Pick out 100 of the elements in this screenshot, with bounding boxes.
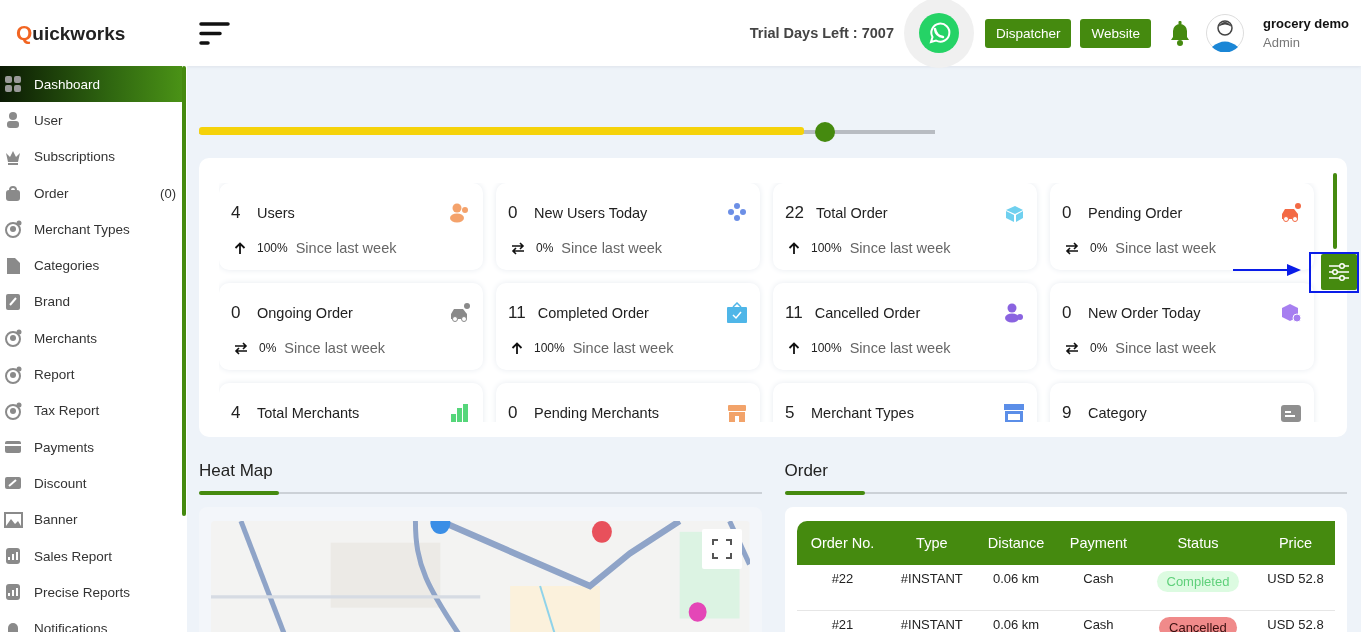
avatar[interactable] [1206,14,1244,52]
person-circle-icon [4,329,23,348]
column-header: Price [1255,521,1335,565]
stat-value: 0 [1062,203,1073,223]
stat-value: 4 [231,203,242,223]
stat-label: Total Order [815,205,889,221]
chart-icon [4,547,23,565]
section-title: Heat Map [199,461,274,481]
stat-label: New Users Today [534,205,649,221]
dots-icon [726,202,748,224]
stat-period: Since last week [1115,240,1217,256]
stat-value: 0 [231,303,242,323]
person-circle-icon [4,401,23,420]
people-icon [1003,302,1025,324]
column-header: Order No. [796,521,889,565]
stat-period: Since last week [284,340,386,356]
stat-percent: 100% [257,241,288,255]
sidebar-item[interactable]: Sales Report [0,537,182,575]
stat-value: 11 [785,303,803,323]
header-button[interactable]: Dispatcher [984,18,1072,48]
sidebar-item[interactable]: Subscriptions [0,138,182,175]
user-name: grocery demo [1263,16,1349,31]
sidebar-item[interactable]: Payments [0,428,182,466]
car-icon [449,302,471,324]
sidebar-item[interactable]: Brand [0,283,182,321]
stat-value: 0 [508,203,519,223]
swap-arrows-icon [1065,241,1079,255]
stat-percent: 0% [259,341,277,355]
slider-thumb[interactable] [814,122,835,142]
column-header: Payment [1056,521,1140,565]
table-cell: USD 52.8 [1267,571,1324,586]
stat-value: 5 [785,403,796,422]
stat-percent: 100% [534,341,565,355]
stat-label: Total Merchants [257,405,361,421]
stat-label: Pending Order [1088,205,1184,221]
sliders-icon [1328,262,1350,282]
table-cell: USD 52.8 [1267,616,1324,632]
sidebar-item[interactable]: Report [0,356,182,393]
sidebar-item[interactable]: Discount [0,465,182,502]
image-icon [4,510,23,529]
sidebar-item[interactable]: User [0,102,182,139]
highlight-frame [1309,252,1359,293]
chart-icon [4,583,23,602]
bar-chart-icon [449,402,471,422]
stat-percent: 100% [811,241,842,255]
bell-icon[interactable] [1168,19,1192,47]
person-circle-icon [4,365,23,384]
up-arrow-icon [234,241,246,255]
swap-arrows-icon [234,341,248,355]
sidebar-item[interactable]: Tax Report [0,392,182,429]
column-header: Type [888,521,976,565]
stat-period: Since last week [849,240,951,256]
column-header: Distance [975,521,1057,565]
table-cell: 0.06 km [992,571,1040,586]
people-icon [449,202,471,224]
logo-text: Quickworks [16,21,126,45]
stat-label: Ongoing Order [257,305,354,321]
status-badge: Cancelled [1159,616,1237,632]
sidebar-item[interactable]: Merchants [0,320,182,357]
stat-value: 0 [1062,303,1073,323]
sidebar-item[interactable]: Dashboard [0,66,182,103]
stat-label: Users [257,205,296,221]
stat-label: Completed Order [537,305,650,321]
fullscreen-button[interactable] [701,529,742,569]
sidebar-item[interactable]: Order (0) [0,174,182,212]
table-cell: Cash [1083,571,1114,586]
user-role: Admin [1263,35,1301,50]
section-title: Order [784,461,829,481]
sidebar-item[interactable]: Merchant Types [0,211,182,248]
stat-value: 0 [508,403,519,422]
up-arrow-icon [788,341,800,355]
stat-value: 22 [785,203,804,223]
chat-bubble-icon [918,13,959,53]
stat-period: Since last week [849,340,951,356]
column-header: Status [1139,521,1256,565]
table-cell: #INSTANT [900,571,963,586]
stat-label: Merchant Types [811,405,915,421]
menu-icon[interactable] [199,21,230,45]
stat-value: 4 [231,403,242,422]
stat-value: 11 [508,303,526,323]
stat-value: 9 [1062,403,1073,422]
stat-period: Since last week [572,340,674,356]
sidebar-item[interactable]: Precise Reports [0,574,182,611]
trial-days-text: Trial Days Left : 7007 [749,25,894,41]
stat-label: Category [1088,405,1148,421]
scrollbar[interactable] [182,66,186,516]
table-cell: #22 [831,571,854,586]
stat-percent: 0% [1090,241,1108,255]
header-button[interactable]: Website [1080,18,1151,48]
sidebar-item[interactable]: Banner [0,501,182,538]
grid-icon [4,75,23,94]
table-cell: Cash [1083,616,1114,632]
scrollbar[interactable] [1333,173,1337,249]
stat-percent: 100% [811,341,842,355]
stat-percent: 0% [1090,341,1108,355]
filter-button[interactable] [1321,254,1357,290]
stat-period: Since last week [561,240,663,256]
sidebar-item[interactable]: Categories [0,247,182,284]
car-icon [1280,202,1302,224]
cube-icon [1280,302,1302,324]
